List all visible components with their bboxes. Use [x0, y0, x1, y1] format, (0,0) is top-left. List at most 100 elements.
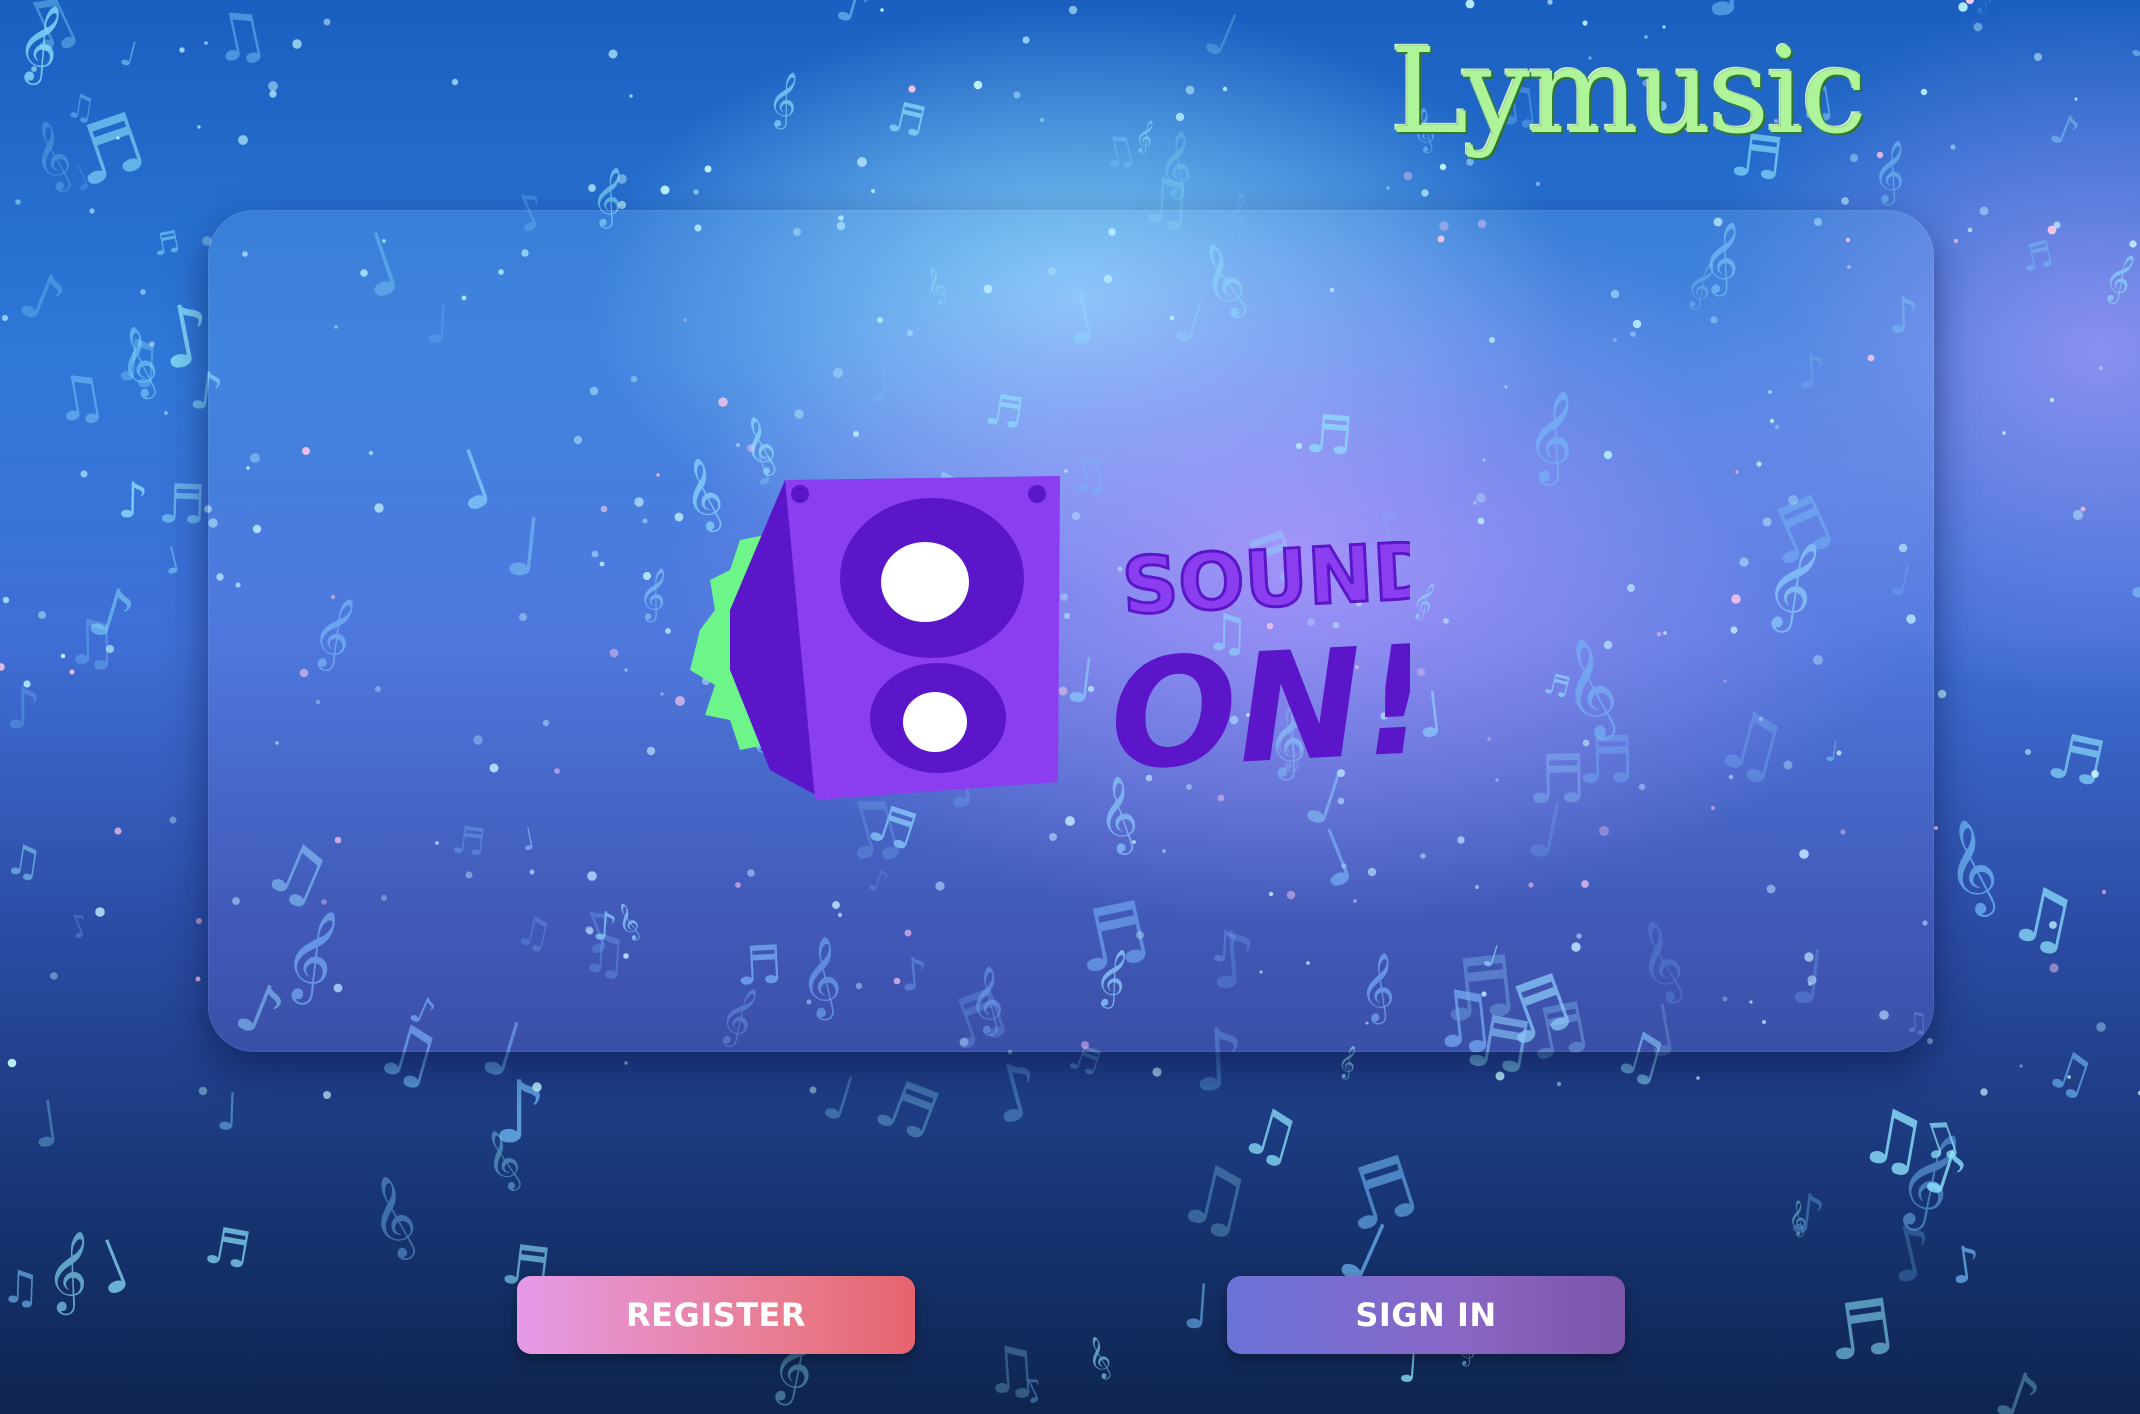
music-note-icon: ♬ — [200, 1216, 255, 1282]
music-note-icon: ♬ — [157, 472, 208, 537]
sparkle-dot — [149, 341, 155, 347]
sparkle-dot — [2049, 921, 2057, 929]
music-note-icon: ♪ — [1986, 1355, 2050, 1414]
sparkle-dot — [323, 18, 331, 26]
sparkle-dot — [1973, 22, 1983, 32]
sparkle-dot — [1185, 85, 1195, 95]
register-button[interactable]: REGISTER — [517, 1276, 915, 1354]
music-note-icon: ♬ — [883, 91, 931, 147]
sparkle-dot — [1556, 1081, 1562, 1087]
logo-text-on: ON! — [1106, 614, 1410, 805]
brand-logo: Lymusic — [1390, 22, 1867, 160]
sparkle-dot — [2098, 365, 2104, 371]
sparkle-dot — [2, 596, 10, 604]
sparkle-dot — [0, 663, 5, 671]
sparkle-dot — [2, 315, 8, 321]
sparkle-dot — [1967, 227, 1973, 233]
sparkle-dot — [660, 185, 670, 195]
sparkle-dot — [608, 49, 618, 59]
sparkle-dot — [624, 1061, 628, 1065]
music-note-icon: 𝄞 — [1869, 136, 1911, 207]
sparkle-dot — [2034, 53, 2042, 61]
sparkle-dot — [857, 157, 867, 167]
music-note-icon: ♪ — [2043, 103, 2086, 158]
music-note-icon: ♩ — [158, 538, 185, 584]
sparkle-dot — [2019, 1064, 2023, 1068]
sparkle-dot — [1421, 189, 1429, 197]
music-note-icon: ♫ — [0, 1260, 42, 1314]
sparkle-dot — [1222, 86, 1228, 92]
sparkle-dot — [532, 1082, 542, 1092]
sparkle-dot — [617, 174, 627, 184]
music-note-icon: ♩ — [26, 1086, 66, 1162]
sparkle-dot — [2096, 1022, 2106, 1032]
sparkle-dot — [1547, 0, 1553, 5]
music-note-icon: ♫ — [2038, 1037, 2103, 1110]
sparkle-dot — [1022, 36, 1030, 44]
sparkle-dot — [323, 1091, 331, 1099]
music-note-icon: ♫ — [109, 325, 166, 396]
sparkle-dot — [1386, 186, 1390, 190]
music-note-icon: 𝄞 — [1933, 813, 2008, 924]
music-note-icon: ♫ — [2000, 868, 2086, 969]
sparkle-dot — [2101, 889, 2107, 895]
sparkle-dot — [60, 653, 66, 659]
sparkle-dot — [169, 816, 177, 824]
sparkle-dot — [38, 611, 46, 619]
sparkle-dot — [1175, 112, 1185, 122]
speaker-icon — [730, 476, 1060, 800]
music-note-icon: 𝄞 — [1081, 1334, 1116, 1384]
sparkle-dot — [1980, 1088, 1988, 1096]
music-note-icon: ♩ — [2126, 24, 2140, 67]
sparkle-dot — [2067, 1075, 2071, 1079]
sparkle-dot — [871, 189, 875, 193]
sparkle-dot — [2049, 963, 2059, 973]
music-note-icon: ♪ — [9, 256, 76, 341]
sparkle-dot — [2049, 397, 2055, 403]
music-note-icon: ♫ — [203, 0, 276, 80]
music-note-icon: ♪ — [981, 1044, 1052, 1144]
sparkle-dot — [588, 184, 596, 192]
sparkle-dot — [1403, 171, 1413, 181]
sparkle-dot — [704, 165, 712, 173]
music-note-icon: ♬ — [1820, 1281, 1900, 1379]
sparkle-dot — [69, 669, 75, 675]
sparkle-dot — [1927, 1038, 1933, 1044]
sparkle-dot — [1040, 118, 1044, 122]
music-note-icon: ♫ — [1, 833, 46, 887]
sparkle-dot — [2073, 510, 2083, 520]
sparkle-dot — [1495, 1071, 1505, 1081]
sparkle-dot — [50, 972, 58, 980]
sound-on-logo: SOUND ON! — [690, 476, 1410, 805]
sparkle-dot — [629, 94, 633, 98]
music-note-icon: 𝄞 — [358, 1170, 426, 1267]
music-note-icon: ♬ — [2041, 718, 2111, 801]
sparkle-dot — [809, 1086, 817, 1094]
sparkle-dot — [973, 80, 983, 90]
music-note-icon: 𝄞 — [1969, 0, 1997, 16]
sparkle-dot — [95, 907, 105, 917]
sparkle-dot — [204, 41, 208, 45]
sparkle-dot — [179, 47, 185, 53]
sparkle-dot — [908, 85, 916, 93]
sparkle-dot — [105, 644, 115, 654]
music-note-icon: ♪ — [1786, 1180, 1829, 1248]
sparkle-dot — [2129, 240, 2137, 248]
music-note-icon: ♫ — [1095, 124, 1142, 179]
sparkle-dot — [1979, 206, 1989, 216]
music-note-icon: ♫ — [46, 358, 112, 437]
sparkle-dot — [1152, 1067, 1162, 1077]
sparkle-dot — [1535, 181, 1541, 187]
music-note-icon: 𝄞 — [763, 68, 804, 132]
sparkle-dot — [195, 976, 201, 982]
sparkle-dot — [1068, 5, 1078, 15]
sparkle-dot — [1696, 1076, 1700, 1080]
music-note-icon: ♬ — [150, 224, 183, 263]
sparkle-dot — [693, 189, 699, 195]
sparkle-dot — [2025, 749, 2031, 755]
sparkle-dot — [15, 199, 21, 205]
sign-in-button[interactable]: SIGN IN — [1227, 1276, 1625, 1354]
sparkle-dot — [2053, 221, 2061, 229]
sparkle-dot — [268, 81, 278, 91]
sparkle-dot — [197, 125, 201, 129]
